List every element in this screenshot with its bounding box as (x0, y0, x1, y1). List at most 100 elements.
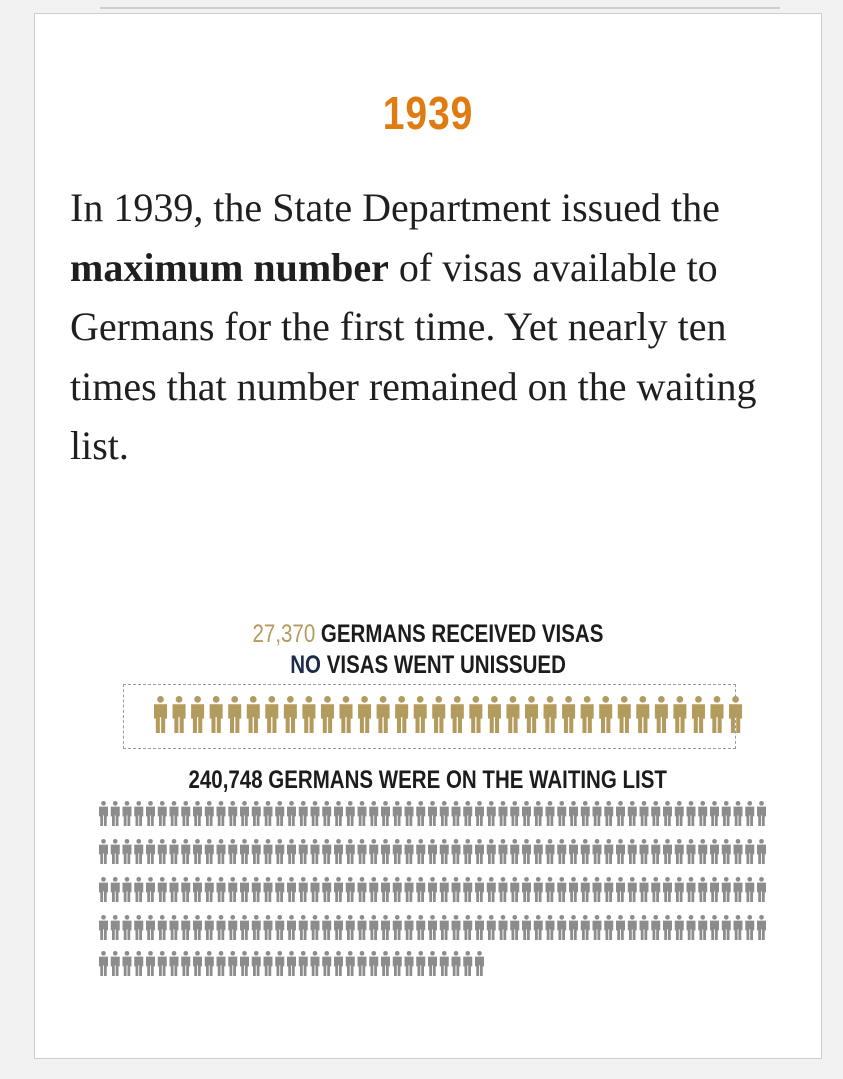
waiting-person-icon (733, 839, 743, 864)
waiting-person-icon (146, 801, 155, 826)
waiting-person-icon (674, 915, 684, 940)
waiting-person-icon (298, 951, 308, 976)
waiting-person-icon (733, 915, 743, 940)
waiting-person-icon (592, 915, 602, 940)
waiting-person-icon (557, 877, 567, 902)
waiting-person-icon (569, 877, 578, 902)
waiting-person-icon (604, 915, 614, 940)
waiting-person-icon (451, 915, 461, 940)
waiting-person-icon (486, 877, 496, 902)
waiting-person-icon (475, 877, 484, 902)
waiting-person-icon (557, 915, 567, 940)
waiting-person-icon (298, 801, 308, 826)
waiting-person-icon (216, 951, 226, 976)
waiting-person-icon (510, 915, 520, 940)
waiting-person-icon (745, 877, 755, 902)
waiting-person-icon (486, 839, 496, 864)
waiting-person-icon (745, 839, 755, 864)
waiting-person-icon (251, 915, 261, 940)
waiting-person-icon (110, 839, 120, 864)
visa-person-icon (302, 696, 316, 733)
waiting-person-icon (334, 801, 343, 826)
waiting-person-icon (557, 801, 567, 826)
waiting-person-icon (240, 915, 249, 940)
waiting-person-icon (263, 915, 273, 940)
waiting-person-icon (310, 839, 320, 864)
waiting-person-icon (721, 839, 731, 864)
waiting-person-icon (122, 839, 132, 864)
waiting-person-icon (357, 951, 367, 976)
waiting-person-icon (357, 801, 367, 826)
waiting-person-icon (710, 839, 719, 864)
waiting-person-icon (157, 801, 167, 826)
waiting-person-icon (216, 801, 226, 826)
waiting-person-icon (228, 839, 238, 864)
waiting-person-icon (416, 839, 426, 864)
waiting-person-icon (616, 915, 625, 940)
waiting-person-icon (369, 877, 379, 902)
waiting-person-icon (134, 877, 144, 902)
pictogram-chart (99, 696, 766, 976)
waiting-person-icon (310, 877, 320, 902)
waiting-person-icon (498, 915, 508, 940)
waiting-person-icon (651, 839, 661, 864)
waiting-person-icon (533, 839, 543, 864)
waiting-person-icon (463, 801, 473, 826)
waiting-person-icon (416, 915, 426, 940)
waiting-person-icon (181, 951, 191, 976)
waiting-person-icon (698, 915, 708, 940)
waiting-person-icon (263, 877, 273, 902)
visa-person-icon (395, 696, 409, 733)
visa-person-icon (562, 696, 576, 733)
waiting-person-icon (251, 801, 261, 826)
waiting-person-icon (99, 839, 108, 864)
waiting-person-icon (627, 915, 637, 940)
waiting-person-icon (251, 951, 261, 976)
waiting-person-icon (381, 951, 390, 976)
waiting-person-icon (263, 839, 273, 864)
waiting-person-icon (757, 877, 766, 902)
visa-person-icon (283, 696, 297, 733)
visa-person-icon (265, 696, 279, 733)
waiting-person-icon (322, 915, 332, 940)
waiting-person-icon (475, 951, 484, 976)
waiting-person-icon (369, 839, 379, 864)
visa-person-icon (673, 696, 687, 733)
waiting-person-icon (733, 877, 743, 902)
waiting-person-icon (498, 801, 508, 826)
waiting-person-icon (580, 915, 590, 940)
visa-person-icon (191, 696, 205, 733)
waiting-person-icon (392, 801, 402, 826)
visa-person-icon (246, 696, 260, 733)
waiting-person-icon (381, 877, 390, 902)
visa-person-icon (617, 696, 631, 733)
waiting-person-icon (580, 801, 590, 826)
visa-person-icon (320, 696, 334, 733)
waiting-person-icon (240, 877, 249, 902)
waiting-person-icon (228, 877, 238, 902)
waiting-person-icon (204, 951, 214, 976)
waiting-person-icon (275, 801, 285, 826)
waiting-person-icon (498, 839, 508, 864)
waiting-person-icon (216, 915, 226, 940)
waiting-person-icon (557, 839, 567, 864)
waiting-person-icon (322, 801, 332, 826)
waiting-person-icon (463, 877, 473, 902)
waiting-person-icon (757, 801, 766, 826)
waiting-person-icon (193, 801, 202, 826)
visa-person-icon (691, 696, 705, 733)
waiting-person-icon (169, 839, 179, 864)
waiting-person-icon (416, 951, 426, 976)
visa-person-icon (599, 696, 613, 733)
waiting-person-icon (686, 877, 696, 902)
waiting-person-icon (475, 801, 484, 826)
waiting-person-icon (404, 951, 414, 976)
waiting-person-icon (698, 801, 708, 826)
waiting-person-icon (193, 915, 202, 940)
waiting-person-icon (146, 839, 155, 864)
waiting-person-icon (181, 839, 191, 864)
visa-person-icon (543, 696, 557, 733)
waiting-person-icon (345, 839, 355, 864)
waiting-person-icon (204, 839, 214, 864)
waiting-person-icon (345, 951, 355, 976)
